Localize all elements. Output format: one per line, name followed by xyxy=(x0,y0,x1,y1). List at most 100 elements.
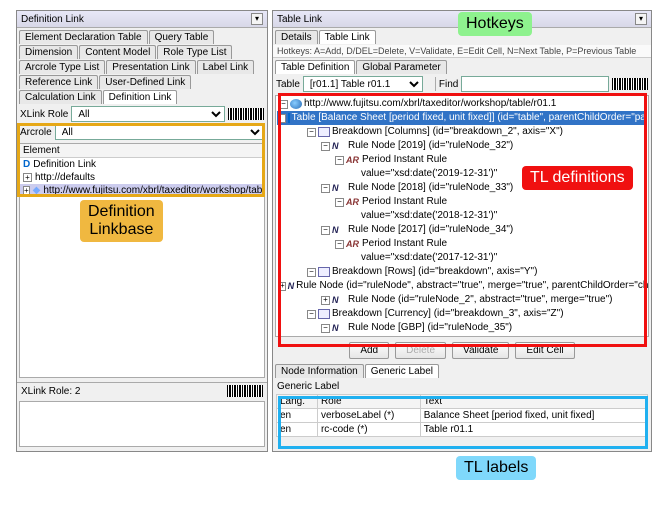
table-label: Table xyxy=(276,79,300,90)
expand-icon[interactable]: − xyxy=(279,100,288,109)
tab-table-link[interactable]: Table Link xyxy=(319,30,376,44)
rule-icon: N xyxy=(332,321,346,335)
left-tabs: Element Declaration TableQuery Table Dime… xyxy=(17,28,267,105)
tab-presentation-link[interactable]: Presentation Link xyxy=(106,60,195,74)
globe-icon xyxy=(290,99,302,109)
tree-node[interactable]: −Breakdown [Columns] (id="breakdown_2", … xyxy=(277,125,647,139)
generic-label-section: Generic Label xyxy=(273,379,651,394)
tree-node[interactable]: −ARPeriod Instant Rule xyxy=(277,195,647,209)
tab-content-model[interactable]: Content Model xyxy=(79,45,156,59)
validate-button[interactable]: Validate xyxy=(452,342,509,359)
annot-hotkeys-label: Hotkeys xyxy=(458,12,532,36)
close-icon[interactable]: ▾ xyxy=(251,13,263,25)
tab-user-defined-link[interactable]: User-Defined Link xyxy=(99,75,191,89)
tree-node[interactable]: value="xsd:date('2017-12-31')" xyxy=(277,251,647,265)
aspect-rule-icon: AR xyxy=(346,153,360,167)
tree-node[interactable]: value="xsd:date('2018-12-31')" xyxy=(277,209,647,223)
breakdown-icon xyxy=(318,267,330,277)
tree-node[interactable]: −http://www.fujitsu.com/xbrl/taxeditor/w… xyxy=(277,97,647,111)
tree-node[interactable]: −ARUnit Rule xyxy=(277,335,647,337)
rule-icon: N xyxy=(332,293,346,307)
element-list[interactable]: Element D Definition Link+ http://defaul… xyxy=(19,143,265,378)
tree-node[interactable]: −Table [Balance Sheet [period fixed, uni… xyxy=(277,111,647,125)
table-row[interactable]: enrc-code (*)Table r01.1 xyxy=(277,423,648,437)
tab-node-information[interactable]: Node Information xyxy=(275,364,364,378)
tab-details[interactable]: Details xyxy=(275,30,318,44)
find-label: Find xyxy=(439,79,458,90)
xlinkrole-label: XLink Role xyxy=(20,109,68,120)
expand-icon[interactable]: − xyxy=(335,156,344,165)
tab-query-table[interactable]: Query Table xyxy=(149,30,215,44)
expand-icon[interactable]: + xyxy=(321,296,330,305)
tree-view[interactable]: −http://www.fujitsu.com/xbrl/taxeditor/w… xyxy=(275,95,649,337)
element-header: Element xyxy=(20,144,264,158)
col-header[interactable]: Text xyxy=(420,395,647,409)
aspect-rule-icon: AR xyxy=(346,335,360,337)
tree-node[interactable]: −NRule Node [GBP] (id="ruleNode_35") xyxy=(277,321,647,335)
annot-definition-label: Definition Linkbase xyxy=(80,200,163,242)
find-input[interactable] xyxy=(461,76,609,92)
tab-dimension[interactable]: Dimension xyxy=(19,45,78,59)
tab-global-parameter[interactable]: Global Parameter xyxy=(356,60,446,74)
tree-node[interactable]: −ARPeriod Instant Rule xyxy=(277,237,647,251)
tab-element-declaration-table[interactable]: Element Declaration Table xyxy=(19,30,148,44)
expand-icon[interactable]: + xyxy=(279,282,286,291)
expand-icon[interactable]: − xyxy=(321,142,330,151)
tab-generic-label[interactable]: Generic Label xyxy=(365,364,439,378)
tabs-mid: Table DefinitionGlobal Parameter xyxy=(273,58,651,75)
barcode-icon[interactable] xyxy=(228,108,264,120)
list-item[interactable]: + ◆ http://www.fujitsu.com/xbrl/taxedito… xyxy=(20,184,264,197)
expand-icon[interactable]: − xyxy=(307,310,316,319)
editcell-button[interactable]: Edit Cell xyxy=(515,342,574,359)
expand-icon[interactable]: − xyxy=(307,268,316,277)
breakdown-icon xyxy=(318,309,330,319)
close-icon[interactable]: ▾ xyxy=(635,13,647,25)
delete-button[interactable]: Delete xyxy=(395,342,446,359)
add-button[interactable]: Add xyxy=(349,342,389,359)
rule-icon: N xyxy=(332,139,346,153)
tree-node[interactable]: −ARPeriod Instant Rule xyxy=(277,153,647,167)
list-item[interactable]: D Definition Link xyxy=(20,158,264,171)
xlinkrole-select[interactable]: All xyxy=(71,106,225,122)
tree-node[interactable]: −Breakdown [Rows] (id="breakdown", axis=… xyxy=(277,265,647,279)
left-bottom-empty xyxy=(19,401,265,447)
button-row: Add Delete Validate Edit Cell xyxy=(273,339,651,362)
expand-icon[interactable]: − xyxy=(307,128,316,137)
col-header[interactable]: Lang. xyxy=(277,395,318,409)
col-header[interactable]: Role xyxy=(317,395,420,409)
expand-icon[interactable]: − xyxy=(279,114,286,123)
tree-node[interactable]: −Breakdown [Currency] (id="breakdown_3",… xyxy=(277,307,647,321)
tab-calculation-link[interactable]: Calculation Link xyxy=(19,90,102,104)
pane-title-text: Table Link xyxy=(277,14,322,25)
tree-node[interactable]: −NRule Node [2017] (id="ruleNode_34") xyxy=(277,223,647,237)
expand-icon[interactable]: − xyxy=(335,198,344,207)
rule-icon: N xyxy=(332,181,346,195)
tree-node[interactable]: +NRule Node (id="ruleNode", abstract="tr… xyxy=(277,279,647,293)
tree-node[interactable]: +NRule Node (id="ruleNode_2", abstract="… xyxy=(277,293,647,307)
tree-node[interactable]: −NRule Node [2019] (id="ruleNode_32") xyxy=(277,139,647,153)
tab-label-link[interactable]: Label Link xyxy=(197,60,255,74)
tab-arcrole-type-list[interactable]: Arcrole Type List xyxy=(19,60,105,74)
generic-label-table[interactable]: Lang.RoleText enverboseLabel (*)Balance … xyxy=(276,394,648,437)
pane-title-text: Definition Link xyxy=(21,14,84,25)
expand-icon[interactable]: − xyxy=(321,184,330,193)
aspect-rule-icon: AR xyxy=(346,237,360,251)
table-select[interactable]: [r01.1] Table r01.1 xyxy=(303,76,423,92)
expand-icon[interactable]: − xyxy=(321,324,330,333)
list-item[interactable]: + http://defaults xyxy=(20,171,264,184)
tabs-bottom: Node InformationGeneric Label xyxy=(273,362,651,379)
annot-tldef-label: TL definitions xyxy=(522,166,633,190)
expand-icon[interactable]: − xyxy=(321,226,330,235)
tab-definition-link[interactable]: Definition Link xyxy=(103,90,178,104)
table-row[interactable]: enverboseLabel (*)Balance Sheet [period … xyxy=(277,409,648,423)
arcrole-select[interactable]: All xyxy=(55,124,264,140)
expand-icon[interactable]: − xyxy=(335,240,344,249)
tab-reference-link[interactable]: Reference Link xyxy=(19,75,98,89)
annot-tllabels-label: TL labels xyxy=(456,456,536,480)
pane-title-left: Definition Link ▾ xyxy=(17,11,267,28)
tab-table-definition[interactable]: Table Definition xyxy=(275,60,355,74)
tab-role-type-list[interactable]: Role Type List xyxy=(157,45,232,59)
table-icon xyxy=(288,113,290,123)
barcode-icon[interactable] xyxy=(227,385,263,397)
barcode-icon[interactable] xyxy=(612,78,648,90)
